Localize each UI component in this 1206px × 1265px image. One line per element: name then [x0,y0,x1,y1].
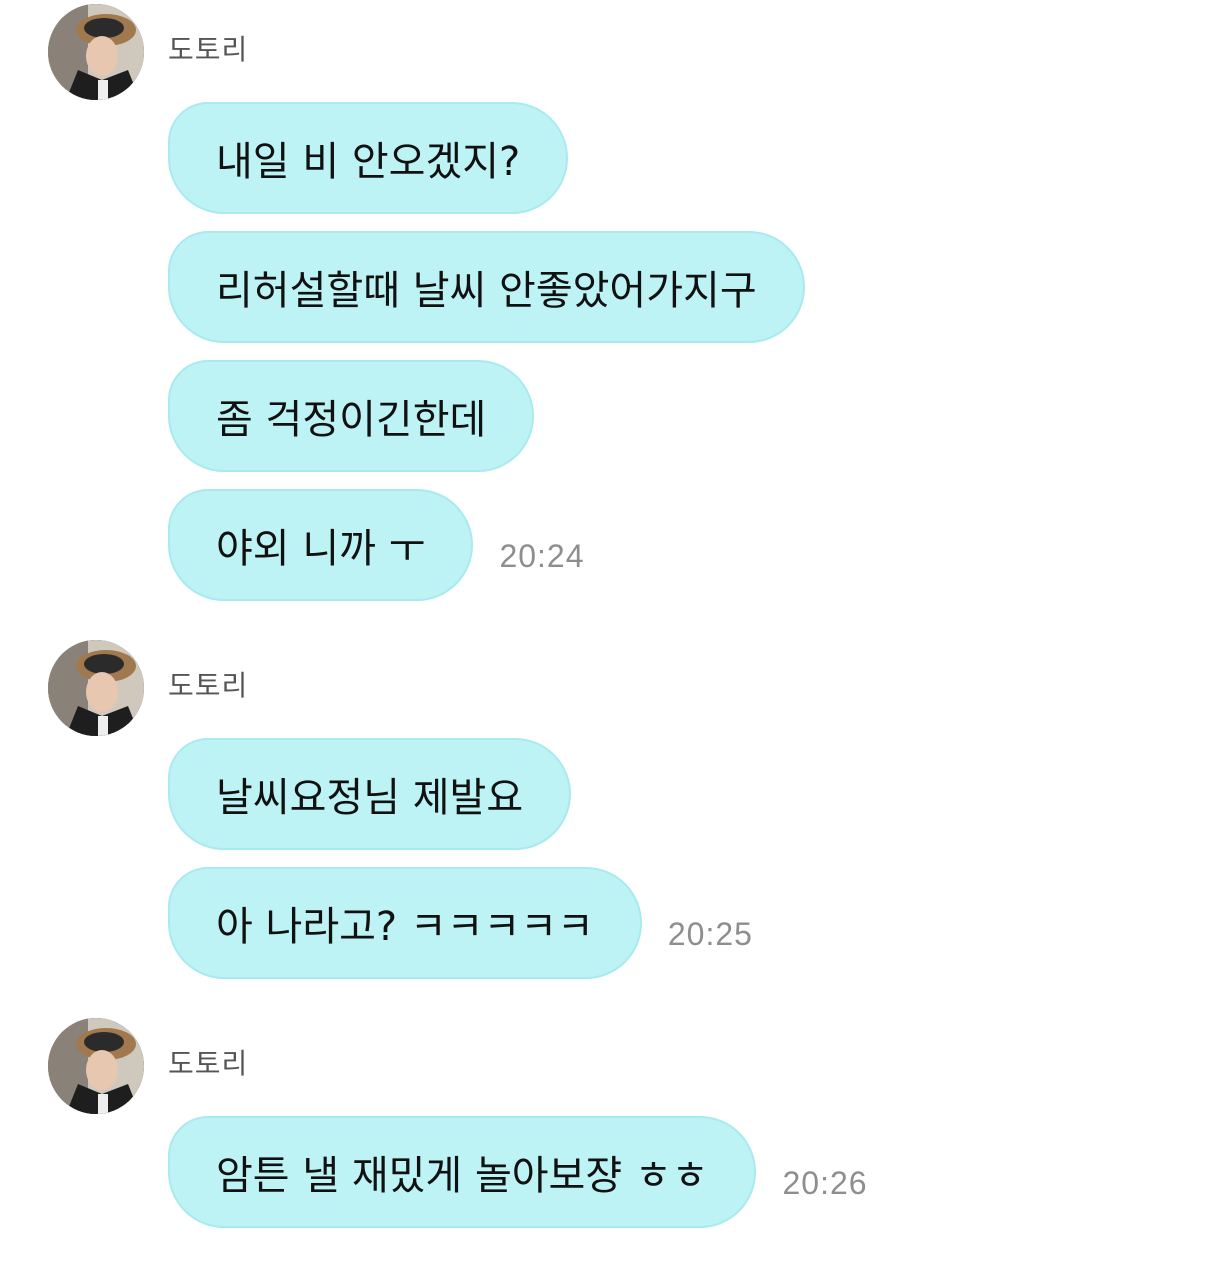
message-bubble[interactable]: 야외 니까 ㅜ [168,489,474,601]
message-timestamp: 20:26 [782,1165,868,1201]
message-bubble[interactable]: 아 나라고? ㅋㅋㅋㅋㅋ [168,867,642,979]
message-bubble[interactable]: 좀 걱정이긴한데 [168,360,535,472]
sender-name: 도토리 [168,1047,249,1080]
avatar-photo-icon [48,1018,144,1114]
avatar[interactable] [48,4,144,100]
sender-name: 도토리 [168,669,249,702]
message-row: 좀 걱정이긴한데 [168,358,535,474]
message-row: 암튼 낼 재밌게 놀아보쟝 ㅎㅎ 20:26 [168,1114,868,1230]
message-row: 아 나라고? ㅋㅋㅋㅋㅋ 20:25 [168,865,753,981]
avatar[interactable] [48,640,144,736]
message-timestamp: 20:25 [667,916,753,952]
message-row: 야외 니까 ㅜ 20:24 [168,487,585,603]
message-row: 내일 비 안오겠지? [168,100,569,216]
message-timestamp: 20:24 [499,538,585,574]
message-bubble[interactable]: 리허설할때 날씨 안좋았어가지구 [168,231,805,343]
sender-name: 도토리 [168,33,249,66]
avatar[interactable] [48,1018,144,1114]
message-bubble[interactable]: 내일 비 안오겠지? [168,102,569,214]
message-row: 리허설할때 날씨 안좋았어가지구 [168,229,805,345]
message-bubble[interactable]: 암튼 낼 재밌게 놀아보쟝 ㅎㅎ [168,1116,757,1228]
avatar-photo-icon [48,4,144,100]
message-bubble[interactable]: 날씨요정님 제발요 [168,738,572,850]
avatar-photo-icon [48,640,144,736]
message-row: 날씨요정님 제발요 [168,736,572,852]
